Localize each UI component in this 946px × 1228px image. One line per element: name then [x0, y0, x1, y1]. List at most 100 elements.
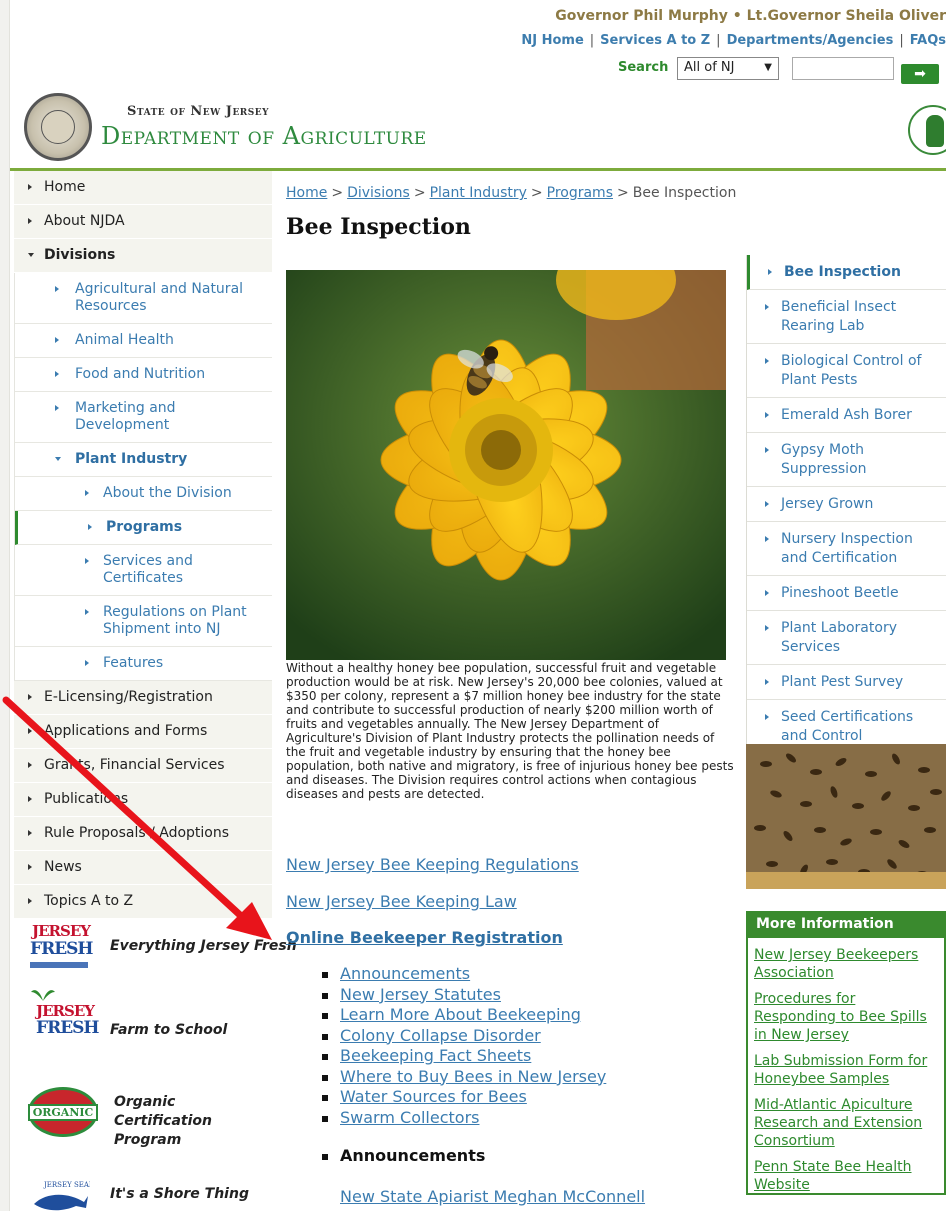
bullet-icon — [28, 898, 32, 904]
promo-shore-thing[interactable]: JERSEY SEAFOOD It's a Shore Thing — [24, 1168, 274, 1228]
bullet-icon — [85, 660, 89, 666]
bullet-icon — [55, 286, 59, 292]
bee-keeping-regulations-link[interactable]: New Jersey Bee Keeping Regulations — [286, 855, 579, 874]
nav-applications-forms[interactable]: Applications and Forms — [14, 715, 272, 749]
jersey-seafood-logo-icon: JERSEY SEAFOOD — [24, 1168, 94, 1224]
bullet-icon — [28, 830, 32, 836]
list-item: Learn More About Beekeeping — [322, 1005, 606, 1026]
dropdown-arrow-icon: ▼ — [764, 62, 772, 73]
promo-jersey-fresh[interactable]: JERSEY FRESH Everything Jersey Fresh — [24, 922, 297, 982]
department-name[interactable]: Department of Agriculture — [101, 122, 427, 150]
nav-grants-financial[interactable]: Grants, Financial Services — [14, 749, 272, 783]
rnav-emerald-ash-borer[interactable]: Emerald Ash Borer — [747, 398, 946, 433]
promo-label: Everything Jersey Fresh — [110, 938, 297, 954]
program-navigation: Bee Inspection Beneficial Insect Rearing… — [746, 255, 946, 754]
water-sources-link[interactable]: Water Sources for Bees — [340, 1087, 527, 1106]
nav-animal-health[interactable]: Animal Health — [15, 324, 272, 358]
list-item: Swarm Collectors — [322, 1108, 606, 1129]
services-a-to-z-link[interactable]: Services A to Z — [600, 33, 710, 48]
breadcrumb-divisions[interactable]: Divisions — [347, 185, 410, 201]
search-scope-select[interactable]: All of NJ ▼ — [677, 57, 779, 80]
faqs-link[interactable]: FAQs — [910, 33, 946, 48]
nav-features[interactable]: Features — [15, 647, 272, 681]
nav-divisions[interactable]: Divisions — [14, 239, 272, 273]
departments-agencies-link[interactable]: Departments/Agencies — [727, 33, 894, 48]
list-item: Beekeeping Fact Sheets — [322, 1046, 606, 1067]
arrow-right-icon: ➡ — [914, 66, 926, 82]
rnav-bee-inspection[interactable]: Bee Inspection — [747, 255, 946, 290]
nav-e-licensing[interactable]: E-Licensing/Registration — [14, 681, 272, 715]
swarm-collectors-link[interactable]: Swarm Collectors — [340, 1108, 479, 1127]
breadcrumb-plant-industry[interactable]: Plant Industry — [430, 185, 527, 201]
bullet-icon — [765, 358, 769, 364]
nav-agricultural-natural-resources[interactable]: Agricultural and Natural Resources — [15, 273, 272, 324]
mid-atlantic-apiculture-link[interactable]: Mid-Atlantic Apiculture Research and Ext… — [754, 1096, 938, 1150]
top-nav: NJ Home | Services A to Z | Departments/Agen… — [521, 33, 946, 48]
search-scope-value: All of NJ — [684, 60, 735, 75]
rnav-pineshoot-beetle[interactable]: Pineshoot Beetle — [747, 576, 946, 611]
breadcrumb-current: Bee Inspection — [632, 185, 737, 201]
bullet-icon — [85, 609, 89, 615]
bullet-icon — [55, 371, 59, 377]
breadcrumb-home[interactable]: Home — [286, 185, 327, 201]
bullet-icon — [55, 337, 59, 343]
bullet-icon — [28, 864, 32, 870]
bee-spills-procedures-link[interactable]: Procedures for Responding to Bee Spills … — [754, 990, 938, 1044]
nav-publications[interactable]: Publications — [14, 783, 272, 817]
nj-beekeepers-association-link[interactable]: New Jersey Beekeepers Association — [754, 946, 938, 982]
rnav-beneficial-insect[interactable]: Beneficial Insect Rearing Lab — [747, 290, 946, 344]
search-label: Search — [618, 60, 669, 75]
bullet-icon — [765, 590, 769, 596]
nav-about-njda[interactable]: About NJDA — [14, 205, 272, 239]
nav-plant-industry[interactable]: Plant Industry — [15, 443, 272, 477]
nav-services-certificates[interactable]: Services and Certificates — [15, 545, 272, 596]
bee-keeping-law-link[interactable]: New Jersey Bee Keeping Law — [286, 892, 517, 911]
nav-programs[interactable]: Programs — [15, 511, 272, 545]
list-item: New Jersey Statutes — [322, 985, 606, 1006]
rnav-biological-control[interactable]: Biological Control of Plant Pests — [747, 344, 946, 398]
caret-down-icon — [28, 253, 34, 257]
bullet-icon — [28, 762, 32, 768]
bullet-icon — [28, 728, 32, 734]
nj-state-seal-icon — [24, 93, 92, 161]
rnav-plant-pest-survey[interactable]: Plant Pest Survey — [747, 665, 946, 700]
rnav-nursery-inspection[interactable]: Nursery Inspection and Certification — [747, 522, 946, 576]
state-name: State of New Jersey — [127, 104, 270, 119]
nj-home-link[interactable]: NJ Home — [521, 33, 583, 48]
announcements-link[interactable]: Announcements — [340, 964, 470, 983]
rnav-jersey-grown[interactable]: Jersey Grown — [747, 487, 946, 522]
bullet-icon — [765, 536, 769, 542]
beekeeping-fact-sheets-link[interactable]: Beekeeping Fact Sheets — [340, 1046, 531, 1065]
nav-rule-proposals[interactable]: Rule Proposals / Adoptions — [14, 817, 272, 851]
lab-submission-form-link[interactable]: Lab Submission Form for Honeybee Samples — [754, 1052, 938, 1088]
nav-home[interactable]: Home — [14, 171, 272, 205]
rnav-gypsy-moth[interactable]: Gypsy Moth Suppression — [747, 433, 946, 487]
new-state-apiarist-link[interactable]: New State Apiarist Meghan McConnell — [340, 1187, 645, 1206]
promo-farm-to-school[interactable]: JERSEY FRESH Farm to School — [24, 988, 274, 1048]
breadcrumb-programs[interactable]: Programs — [547, 185, 613, 201]
nav-marketing-development[interactable]: Marketing and Development — [15, 392, 272, 443]
nav-regulations-plant-shipment[interactable]: Regulations on Plant Shipment into NJ — [15, 596, 272, 647]
penn-state-bee-health-link[interactable]: Penn State Bee Health Website — [754, 1158, 938, 1194]
bullet-icon — [85, 558, 89, 564]
left-navigation: Home About NJDA Divisions Agricultural a… — [14, 171, 272, 919]
nav-topics-a-to-z[interactable]: Topics A to Z — [14, 885, 272, 919]
learn-more-beekeeping-link[interactable]: Learn More About Beekeeping — [340, 1005, 581, 1024]
colony-collapse-disorder-link[interactable]: Colony Collapse Disorder — [340, 1026, 541, 1045]
bullet-icon — [765, 714, 769, 720]
intro-paragraph: Without a healthy honey bee population, … — [286, 661, 734, 801]
nav-food-nutrition[interactable]: Food and Nutrition — [15, 358, 272, 392]
search-input[interactable] — [792, 57, 894, 80]
promo-label: It's a Shore Thing — [110, 1186, 249, 1202]
divisions-submenu: Agricultural and Natural Resources Anima… — [14, 273, 272, 681]
search-go-button[interactable]: ➡ — [901, 64, 939, 84]
nj-statutes-link[interactable]: New Jersey Statutes — [340, 985, 501, 1004]
promo-organic[interactable]: ORGANIC Organic Certification Program — [24, 1083, 274, 1148]
jersey-fresh-logo-icon: JERSEY FRESH — [24, 922, 94, 978]
nav-news[interactable]: News — [14, 851, 272, 885]
online-beekeeper-registration-link[interactable]: Online Beekeeper Registration — [286, 928, 563, 947]
nav-about-the-division[interactable]: About the Division — [15, 477, 272, 511]
rnav-plant-laboratory[interactable]: Plant Laboratory Services — [747, 611, 946, 665]
where-to-buy-bees-link[interactable]: Where to Buy Bees in New Jersey — [340, 1067, 606, 1086]
bullet-icon — [88, 524, 92, 530]
